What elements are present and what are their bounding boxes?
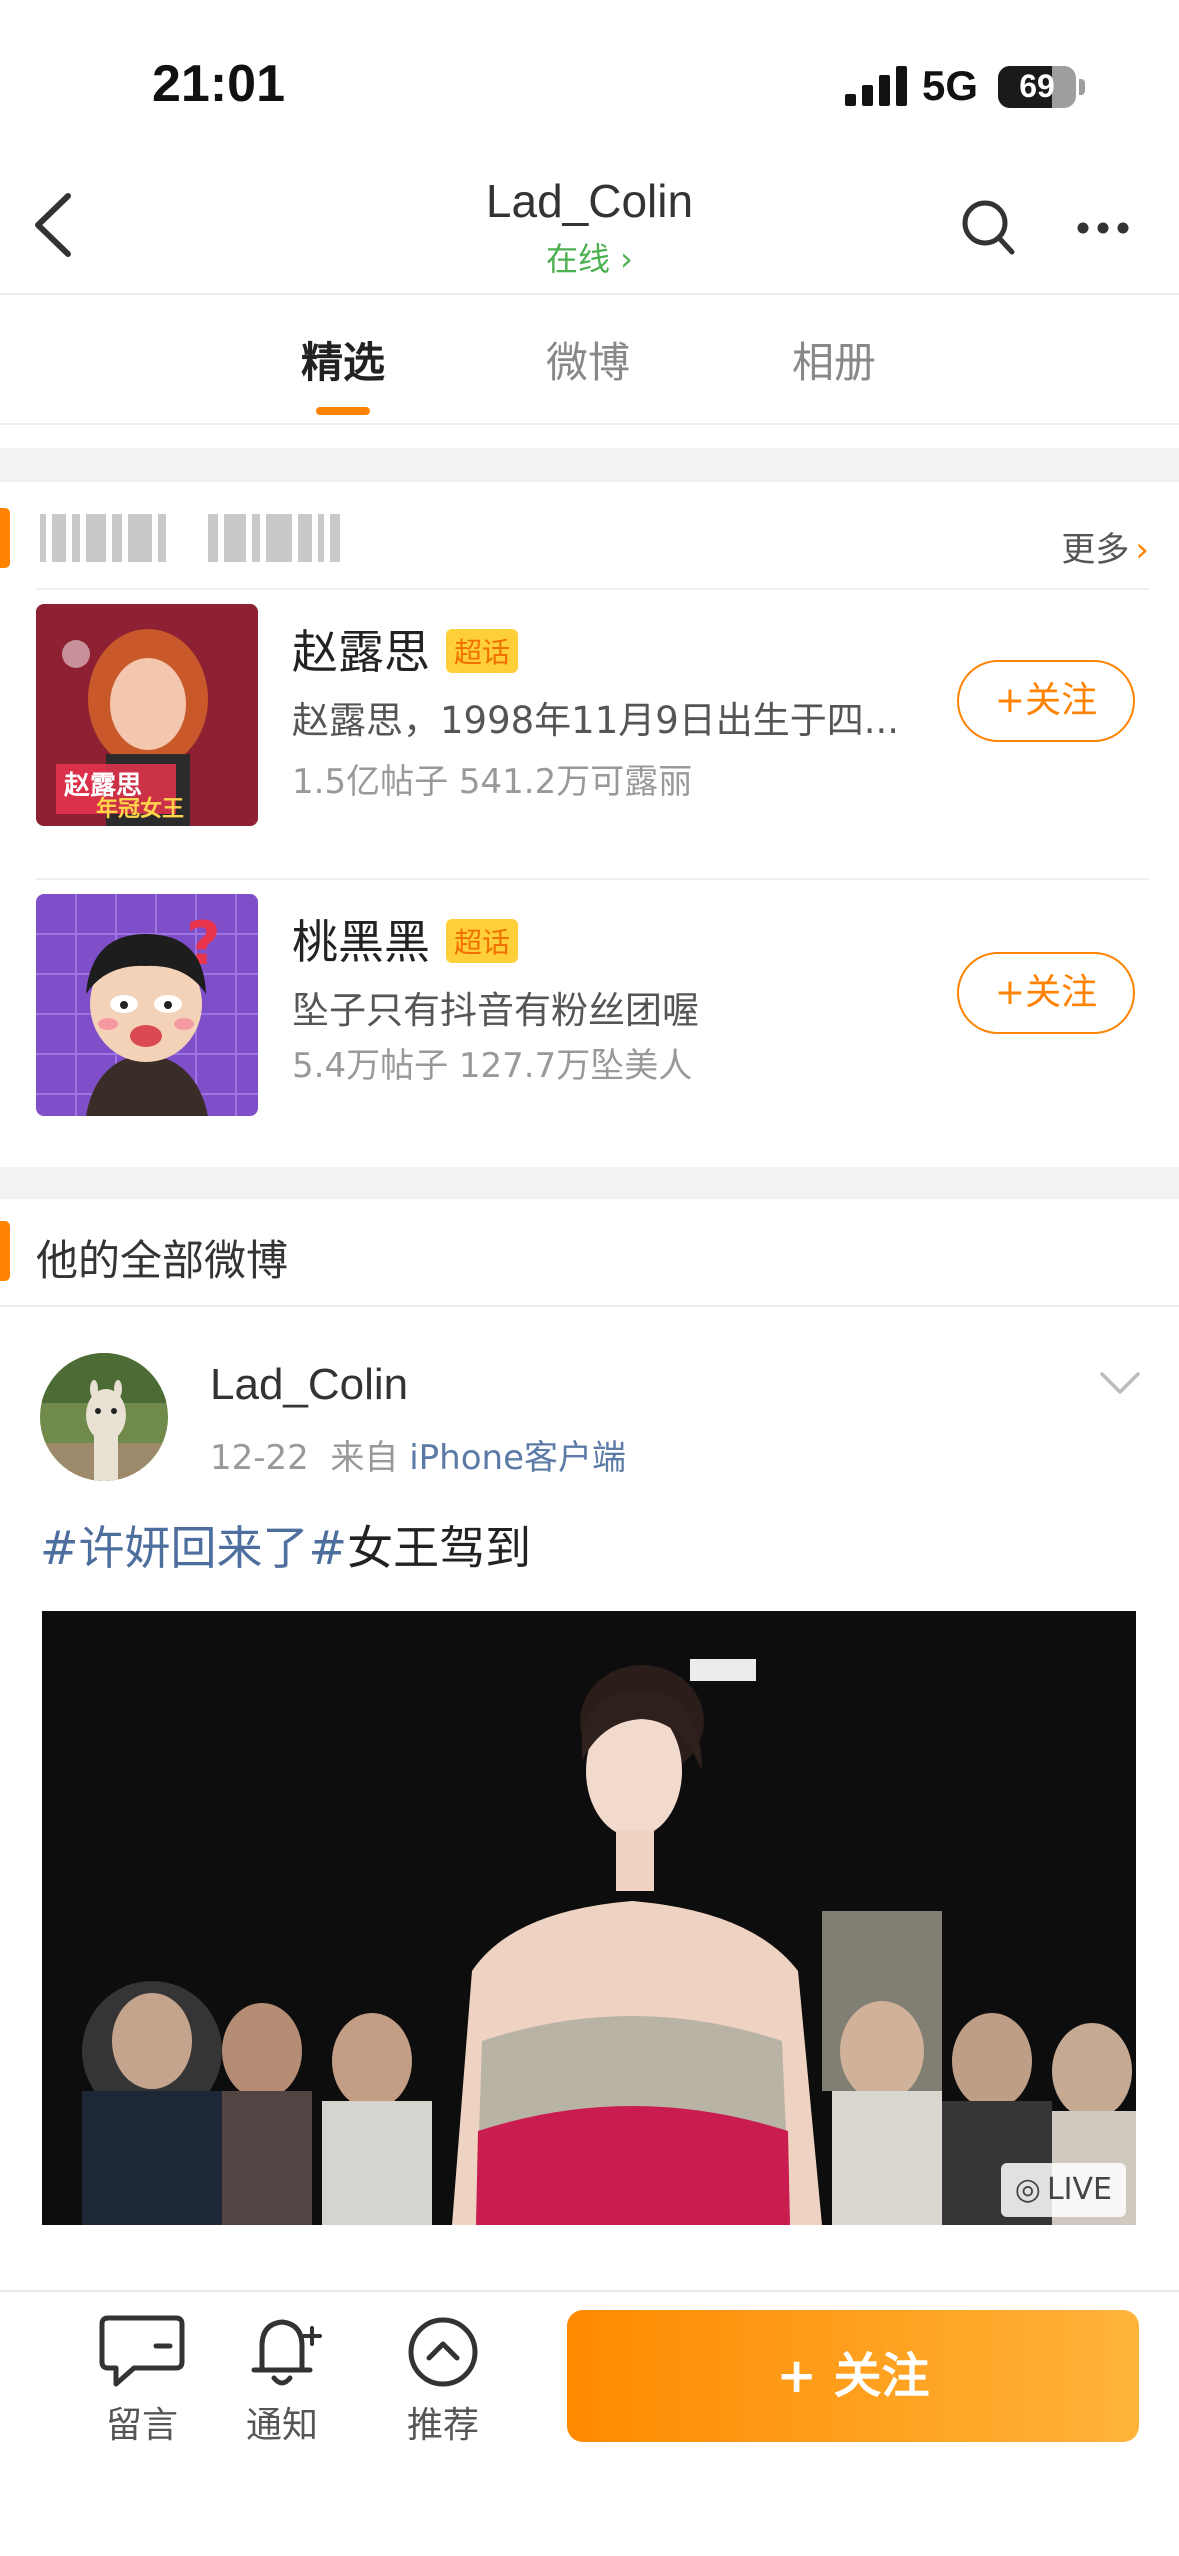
bell-plus-icon <box>251 2319 322 2386</box>
topic-name: 赵露思 超话 <box>292 616 519 682</box>
tab-album[interactable]: 相册 <box>754 329 914 390</box>
chevron-down-icon[interactable] <box>1098 1368 1142 1398</box>
live-photo-badge: ◎ LIVE <box>1000 2163 1126 2217</box>
svg-text:年冠女王: 年冠女王 <box>96 796 184 822</box>
blurred-section-title <box>40 514 390 562</box>
post-text: #许妍回来了#女王驾到 <box>40 1512 531 1578</box>
all-posts-header: 他的全部微博 <box>0 1199 1179 1307</box>
section-accent-bar <box>0 508 10 568</box>
notify-label: 通知 <box>245 2405 318 2446</box>
topic-stats: 5.4万帖子 127.7万坠美人 <box>292 1046 693 1086</box>
signal-icon <box>845 66 907 106</box>
post-body: 女王驾到 <box>347 1521 532 1575</box>
network-type: 5G <box>922 62 979 109</box>
battery-tip <box>1079 79 1085 95</box>
section-accent-bar <box>0 1221 10 1281</box>
tab-featured[interactable]: 精选 <box>263 329 423 390</box>
super-topic-badge: 超话 <box>446 629 519 673</box>
topic-stats: 1.5亿帖子 541.2万可露丽 <box>292 762 693 802</box>
chevron-up-circle-icon <box>408 2317 478 2387</box>
post-source-prefix: 来自 <box>330 1438 399 1478</box>
section-title: 他的全部微博 <box>36 1236 289 1285</box>
section-gap <box>0 1167 1179 1199</box>
battery-percent: 69 <box>1019 68 1055 104</box>
follow-topic-button[interactable]: +关注 <box>957 660 1135 742</box>
super-topic-item[interactable]: 赵露思 年冠女王 赵露思 超话 赵露思，1998年11月9日出生于四... 1.5… <box>0 590 1179 880</box>
status-time: 21:01 <box>152 55 285 113</box>
bottom-action-bar: 留言 通知 推荐 + 关注 <box>0 2290 1179 2556</box>
recommend-label: 推荐 <box>406 2405 479 2446</box>
hashtag-link[interactable]: #许妍回来了# <box>40 1521 347 1575</box>
post-meta: 12-22 来自 iPhone客户端 <box>210 1430 626 1479</box>
section-gap <box>0 448 1179 482</box>
active-tab-indicator <box>316 407 370 415</box>
topic-cover-image: 赵露思 年冠女王 <box>36 604 258 826</box>
topic-description: 赵露思，1998年11月9日出生于四... <box>292 699 900 742</box>
tab-weibo[interactable]: 微博 <box>508 329 668 390</box>
comment-label: 留言 <box>105 2405 178 2446</box>
post-username[interactable]: Lad_Colin <box>210 1360 408 1410</box>
profile-tabs: 精选 微博 相册 <box>0 297 1179 425</box>
post-source[interactable]: iPhone客户端 <box>409 1438 626 1478</box>
avatar[interactable] <box>40 1353 168 1481</box>
nav-bar: Lad_Colin 在线 › <box>0 150 1179 295</box>
super-topic-badge: 超话 <box>446 919 519 963</box>
more-link[interactable]: 更多 › <box>1061 522 1149 571</box>
status-bar: 21:01 5G 69 <box>0 0 1179 150</box>
follow-button[interactable]: + 关注 <box>567 2310 1139 2442</box>
super-topic-item[interactable]: ? 桃黑黑 超话 坠子只有抖音有粉丝团喔 5.4万帖子 127.7万坠美人 +关注 <box>0 880 1179 1170</box>
post-image[interactable]: ◎ LIVE <box>42 1611 1136 2225</box>
topic-description: 坠子只有抖音有粉丝团喔 <box>292 989 699 1032</box>
topic-name: 桃黑黑 超话 <box>292 906 519 972</box>
super-topic-section: 更多 › 赵露思 年冠女王 赵露思 超话 赵露思，1998年11月9日出生于四...… <box>0 482 1179 1167</box>
topic-cover-image: ? <box>36 894 258 1116</box>
comment-icon <box>99 2315 185 2387</box>
more-icon[interactable] <box>1075 220 1131 236</box>
search-icon[interactable] <box>960 198 1016 256</box>
battery-icon: 69 <box>998 66 1076 108</box>
post-date: 12-22 <box>210 1438 309 1478</box>
follow-topic-button[interactable]: +关注 <box>957 952 1135 1034</box>
